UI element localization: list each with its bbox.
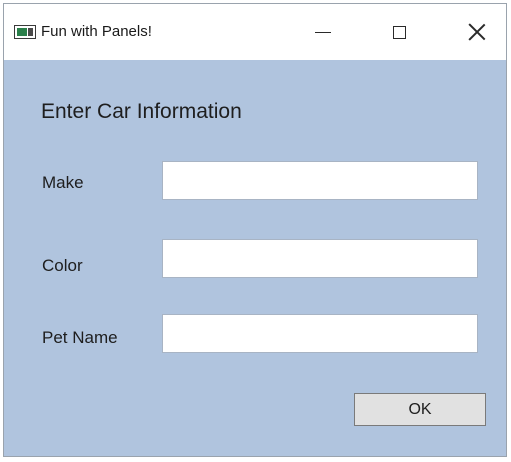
make-field[interactable] — [162, 161, 478, 200]
minimize-icon — [315, 31, 331, 33]
ok-button[interactable]: OK — [354, 393, 486, 426]
maximize-icon — [392, 25, 406, 39]
maximize-button[interactable] — [376, 4, 422, 60]
pet-name-label: Pet Name — [42, 328, 118, 347]
make-label: Make — [42, 173, 84, 192]
close-button[interactable] — [454, 4, 500, 60]
form-panel: Enter Car Information Make Color Pet Nam… — [4, 60, 506, 456]
title-bar[interactable]: Fun with Panels! — [4, 4, 506, 60]
color-label: Color — [42, 256, 83, 275]
window-title: Fun with Panels! — [41, 23, 152, 40]
app-window-icon — [14, 25, 36, 39]
form-heading: Enter Car Information — [41, 100, 242, 123]
pet-name-field[interactable] — [162, 314, 478, 353]
app-window: Fun with Panels! Enter Car Information M… — [3, 3, 507, 457]
close-icon — [468, 23, 486, 41]
color-field[interactable] — [162, 239, 478, 278]
minimize-button[interactable] — [300, 4, 346, 60]
